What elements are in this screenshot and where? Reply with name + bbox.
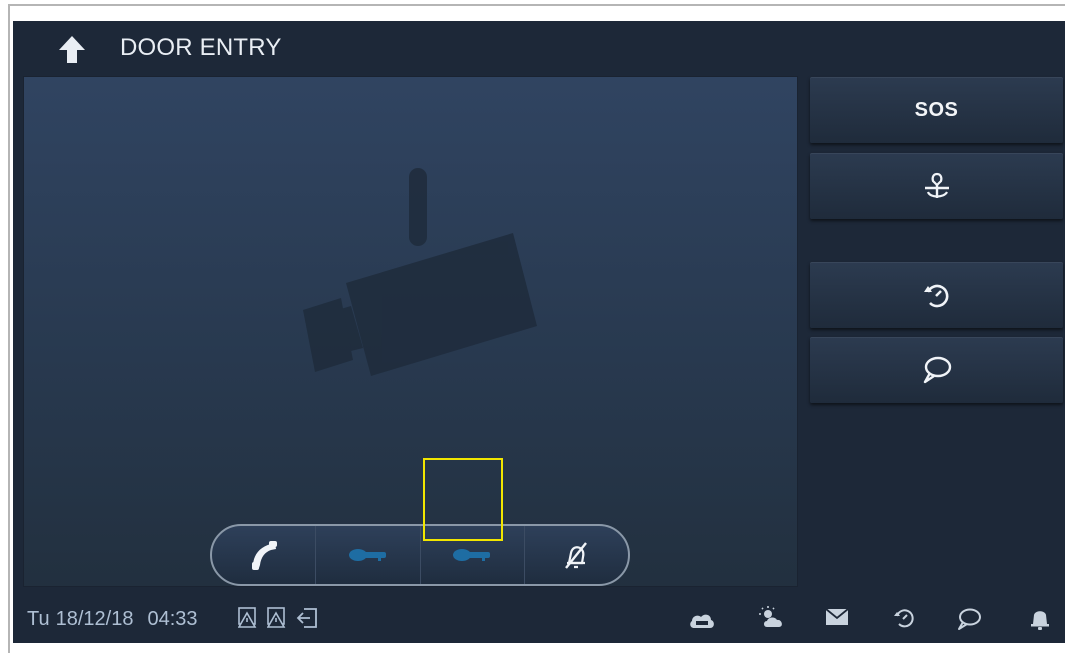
up-arrow-icon <box>59 36 85 63</box>
history-button[interactable] <box>810 262 1063 328</box>
history-icon <box>923 284 948 308</box>
surveillance-switch-icon <box>924 172 949 198</box>
mute-button[interactable] <box>523 526 628 584</box>
video-preview <box>23 76 798 587</box>
cctv-camera-icon <box>303 168 537 376</box>
unlock-2-button[interactable] <box>419 526 524 584</box>
answer-call-button[interactable] <box>212 526 315 584</box>
date-label: 18/12/18 <box>55 608 134 630</box>
datetime: Tu 18/12/18 04:33 <box>27 608 198 631</box>
mail-icon[interactable] <box>825 608 849 626</box>
door-entry-screen: DOOR ENTRY SOS Tu 18/12/18 04:33 <box>13 21 1065 643</box>
message-icon <box>923 356 951 384</box>
page-title: DOOR ENTRY <box>120 34 282 61</box>
key-icon <box>348 549 386 561</box>
exit-icon[interactable] <box>296 607 320 629</box>
day-label: Tu <box>27 608 50 630</box>
history-icon[interactable] <box>893 607 915 629</box>
cloud-pm25-icon[interactable] <box>689 611 715 629</box>
alarm-zone-1-icon[interactable] <box>238 607 262 629</box>
key-icon <box>453 549 491 561</box>
sos-label: SOS <box>914 98 959 121</box>
surveillance-button[interactable] <box>810 153 1063 219</box>
unlock-1-button[interactable] <box>315 526 419 584</box>
phone-handset-icon <box>251 541 277 570</box>
time-label: 04:33 <box>147 608 198 630</box>
back-button[interactable] <box>57 35 87 65</box>
header: DOOR ENTRY <box>13 21 1065 75</box>
message-icon[interactable] <box>956 607 982 631</box>
message-button[interactable] <box>810 337 1063 403</box>
alarm-zone-2-icon[interactable] <box>267 607 291 629</box>
status-bar: Tu 18/12/18 04:33 <box>13 587 1065 643</box>
weather-icon[interactable] <box>758 605 786 629</box>
call-control-bar <box>210 524 630 586</box>
bell-muted-icon <box>565 542 588 569</box>
sos-button[interactable]: SOS <box>810 77 1063 143</box>
bell-icon[interactable] <box>1030 606 1050 630</box>
